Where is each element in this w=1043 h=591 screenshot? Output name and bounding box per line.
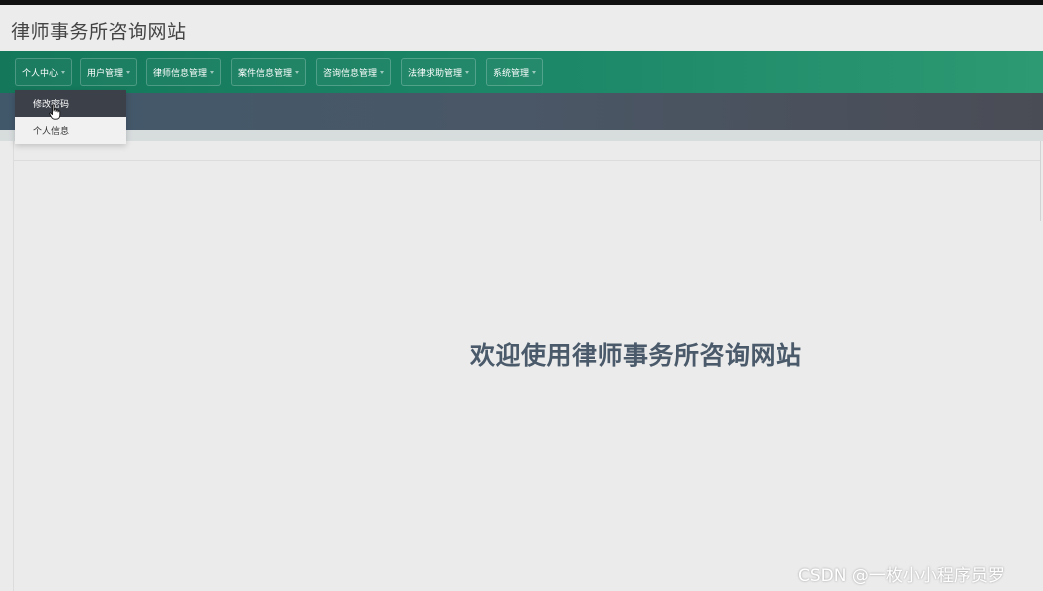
caret-down-icon — [210, 70, 215, 74]
nav-item-consult-info[interactable]: 咨询信息管理 — [316, 58, 392, 86]
hand-pointer-icon — [49, 104, 61, 120]
nav-item-label: 用户管理 — [87, 68, 124, 79]
site-title: 律师事务所咨询网站 — [11, 21, 187, 43]
personal-center-dropdown: 修改密码 个人信息 — [15, 90, 126, 144]
caret-down-icon — [126, 70, 131, 74]
nav-item-label: 案件信息管理 — [238, 68, 293, 79]
banner-bottom-strip — [0, 130, 1043, 141]
caret-down-icon — [61, 70, 66, 74]
scrollbar-track[interactable] — [1040, 141, 1041, 221]
content-divider — [14, 160, 1040, 161]
watermark-text: CSDN @一枚小小程序员罗 — [798, 566, 1005, 586]
nav-item-label: 法律求助管理 — [408, 68, 463, 79]
content-left-border — [13, 141, 14, 591]
nav-item-legal-aid[interactable]: 法律求助管理 — [401, 58, 477, 86]
nav-item-system-management[interactable]: 系统管理 — [486, 58, 544, 86]
nav-item-label: 咨询信息管理 — [323, 68, 378, 79]
nav-item-label: 律师信息管理 — [153, 68, 208, 79]
nav-item-personal-center[interactable]: 个人中心 — [15, 58, 73, 86]
nav-item-label: 个人中心 — [22, 68, 59, 79]
nav-item-label: 系统管理 — [493, 68, 530, 79]
dropdown-item-personal-info[interactable]: 个人信息 — [15, 117, 126, 144]
welcome-message: 欢迎使用律师事务所咨询网站 — [470, 341, 802, 370]
banner-strip — [0, 93, 1043, 130]
site-header: 律师事务所咨询网站 — [0, 5, 1043, 51]
caret-down-icon — [295, 70, 300, 74]
nav-item-lawyer-info[interactable]: 律师信息管理 — [146, 58, 222, 86]
caret-down-icon — [380, 70, 385, 74]
nav-item-case-info[interactable]: 案件信息管理 — [231, 58, 307, 86]
main-navbar: 个人中心 用户管理 律师信息管理 案件信息管理 咨询信息管理 法律求助管理 系统… — [0, 51, 1043, 93]
nav-item-user-management[interactable]: 用户管理 — [80, 58, 138, 86]
caret-down-icon — [532, 70, 537, 74]
dropdown-item-change-password[interactable]: 修改密码 — [15, 90, 126, 117]
caret-down-icon — [465, 70, 470, 74]
